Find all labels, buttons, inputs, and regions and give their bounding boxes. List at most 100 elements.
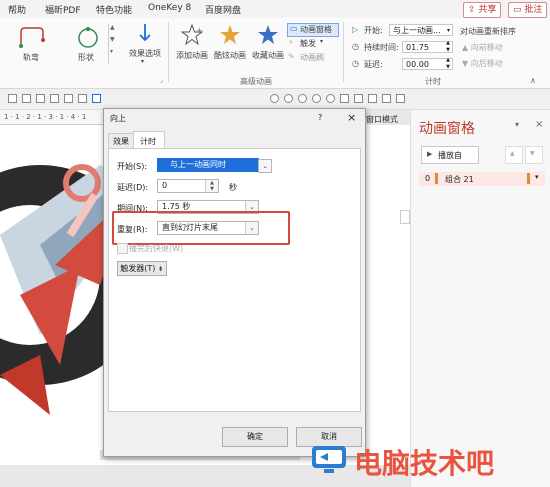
timing-group-label: 计时 [425,77,441,86]
delay-input-value: 0 [162,181,168,190]
tab-timing[interactable]: 计时 [133,131,165,149]
delay-input[interactable]: 00.00 ▲ ▼ [402,57,453,71]
toolbar-icon[interactable] [8,94,17,103]
trigger-button[interactable]: 触发器(T) ⇟ [117,261,167,276]
effect-options-icon [139,24,151,42]
toolbar-icon[interactable] [64,94,73,103]
play-from-button[interactable]: ▶ 播放自 [421,146,479,164]
ribbon: 轨弯 形状 ▲ ▼ ▾ 效果选项 ▾ ⌟ + 添加动画 酷炫动画 收藏动画 ▭ … [0,18,550,89]
move-down-button[interactable]: ▼ [525,146,543,164]
menu-onekey[interactable]: OneKey 8 [148,3,191,13]
delay-unit-label: 秒 [229,183,237,192]
move-earlier-label: 向前移动 [470,43,503,52]
favorite-animation-button[interactable]: 收藏动画 [250,22,286,68]
spinner-icon[interactable]: ▲ ▼ [446,57,450,71]
start-label: 开始: [364,26,383,35]
move-later-label: 向后移动 [470,59,503,68]
spinner-icon[interactable]: ▲ ▼ [205,180,218,192]
delay-input[interactable]: 0 ▲ ▼ [157,179,219,193]
reorder-label: 对动画重新排序 [460,27,516,36]
toolbar-icon[interactable] [36,94,45,103]
chevron-down-icon[interactable]: ⌄ [258,159,272,173]
toolbar-icon[interactable] [340,94,349,103]
move-earlier-button[interactable]: ▲ 向前移动 [462,42,503,53]
tab-effect[interactable]: 效果 [108,133,134,149]
blue-star-icon [258,25,278,44]
window-mode-label[interactable]: 窗口模式 [366,114,398,125]
vertical-scrollbar-thumb[interactable] [400,210,410,224]
toolbar-icon[interactable] [270,94,279,103]
arrow-up-icon: ▲ [510,150,515,157]
start-select-value: 与上一动画... [393,26,441,35]
effect-turn-label: 轨弯 [23,53,39,62]
chevron-down-icon[interactable]: ▾ [535,173,539,181]
arrow-down-icon: ▼ [530,150,535,157]
toolbar-icon[interactable] [50,94,59,103]
ok-label: 确定 [247,432,263,441]
pane-options-icon[interactable]: ▾ [515,120,519,129]
effect-turn[interactable]: 轨弯 [15,24,51,62]
toolbar-icon[interactable] [298,94,307,103]
trigger-button[interactable]: ⚡ 触发 ▾ [288,38,338,50]
favorite-animation-label: 收藏动画 [252,51,284,60]
close-icon[interactable]: × [347,111,356,124]
menu-special-features[interactable]: 特色功能 [96,3,132,16]
effect-shape-label: 形状 [78,53,94,62]
animation-pane: 动画窗格 ▾ × ▶ 播放自 ▲ ▼ 0 组合 21 ▾ [410,110,550,487]
trigger-button-label: 触发器(T) [120,264,156,273]
effect-options-button[interactable]: 效果选项 ▾ [127,22,162,68]
gallery-scroll[interactable]: ▲ ▼ ▾ [108,24,115,64]
toolbar-icon[interactable] [396,94,405,103]
item-index: 0 [425,174,431,183]
animation-brush-button[interactable]: ✎ 动画刷 [288,52,338,64]
rewind-checkbox[interactable] [117,243,128,254]
collapse-ribbon-icon[interactable]: ∧ [530,76,536,85]
comment-label: 批注 [524,5,543,15]
lightning-icon: ⚡ [288,38,294,47]
toolbar-icon[interactable] [326,94,335,103]
menu-foxit-pdf[interactable]: 福昕PDF [45,3,81,16]
play-icon: ▶ [427,150,433,158]
start-select[interactable]: 与上一动画... ▾ [389,24,453,36]
menu-baidu-pan[interactable]: 百度网盘 [205,3,241,16]
item-label: 组合 21 [445,175,474,184]
menu-help[interactable]: 帮助 [8,3,26,16]
duration-input[interactable]: 01.75 ▲ ▼ [402,40,453,54]
toolbar-icon[interactable] [284,94,293,103]
close-icon[interactable]: × [535,119,543,130]
animation-pane-button[interactable]: ▭ 动画窗格 [287,23,339,37]
chevron-down-icon: ▾ [141,58,145,65]
play-from-label: 播放自 [438,151,462,160]
start-select[interactable]: 与上一动画同时 ⌄ [157,158,272,173]
animation-list-item[interactable]: 0 组合 21 ▾ [419,172,545,186]
toolbar-icon[interactable] [368,94,377,103]
duration-value: 01.75 [406,43,429,52]
effect-shape[interactable]: 形状 [70,24,106,62]
dialog-launcher-icon[interactable]: ⌟ [160,76,163,84]
ok-button[interactable]: 确定 [222,427,288,447]
toolbar-icon[interactable] [78,94,87,103]
share-button[interactable]: ⇪ 共享 [463,2,502,18]
duration-select-value: 1.75 秒 [162,202,191,211]
duration-label: 持续时间: [364,43,399,52]
toolbar-icon[interactable] [92,94,101,103]
quick-toolbar [0,89,550,110]
toolbar-icon[interactable] [22,94,31,103]
toolbar-icon[interactable] [382,94,391,103]
delay-field-label: 延迟(D): [117,183,149,192]
svg-text:+: + [196,26,203,35]
move-up-button[interactable]: ▲ [505,146,523,164]
arrow-down-icon: ▼ [462,59,469,68]
horizontal-ruler: 1 · 1 · 2 · 1 · 3 · 1 · 4 · 1 [0,110,105,125]
spinner-icon[interactable]: ▲ ▼ [446,40,450,54]
toolbar-icon[interactable] [312,94,321,103]
add-animation-button[interactable]: + 添加动画 [174,22,210,68]
highlight-box [112,211,290,245]
move-later-button[interactable]: ▼ 向后移动 [462,58,503,69]
delay-icon: ◷ [352,59,359,68]
rewind-label: 播完后快退(W) [129,244,184,253]
cool-animation-button[interactable]: 酷炫动画 [212,22,248,68]
comment-button[interactable]: ▭ 批注 [508,2,548,18]
help-button[interactable]: ? [318,113,322,122]
toolbar-icon[interactable] [354,94,363,103]
